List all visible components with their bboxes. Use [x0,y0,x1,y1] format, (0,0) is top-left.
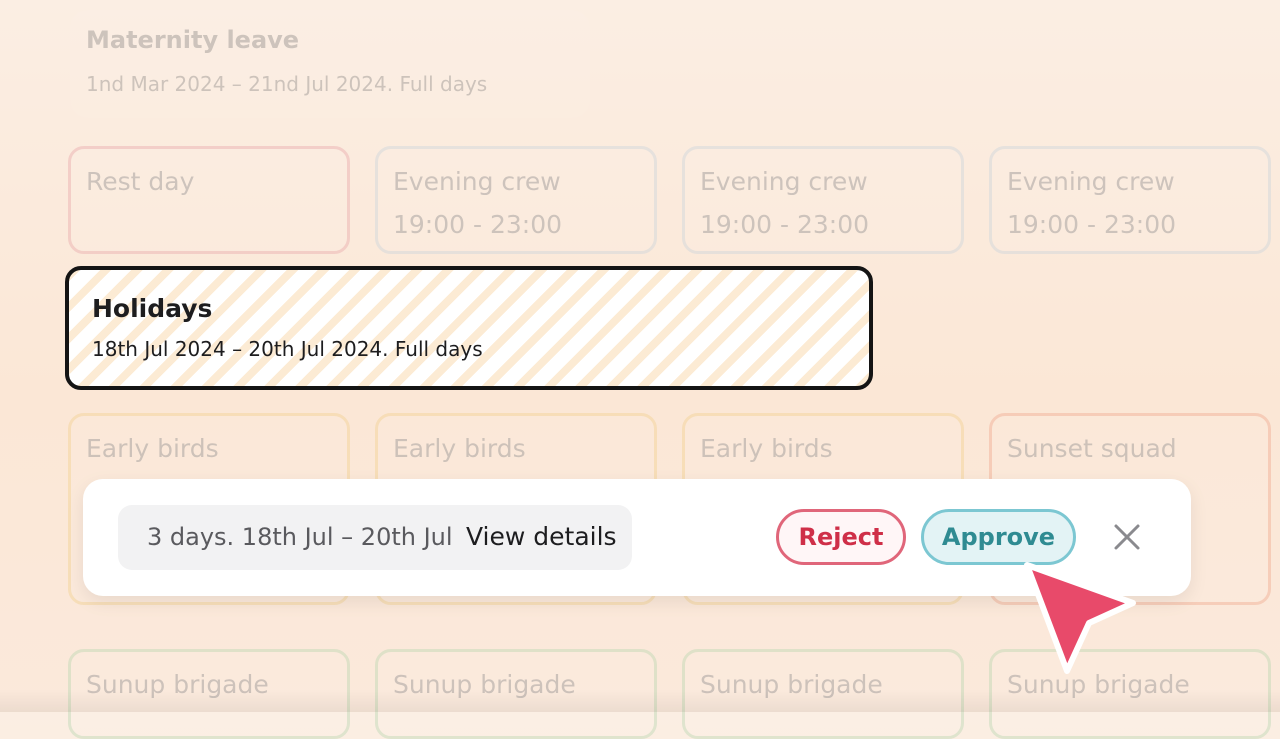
close-icon[interactable] [1111,521,1143,553]
holidays-request-card[interactable]: Holidays 18th Jul 2024 – 20th Jul 2024. … [65,266,873,390]
bottom-shadow [0,690,1280,712]
shift-name: Rest day [86,167,195,196]
shift-card-evening-crew[interactable]: Evening crew 19:00 - 23:00 [682,146,964,254]
shift-name: Evening crew [700,167,868,196]
shift-name: Sunset squad [1007,434,1177,463]
shift-time: 19:00 - 23:00 [393,210,563,239]
shift-name: Early birds [86,434,219,463]
shift-name: Early birds [393,434,526,463]
shift-card-evening-crew[interactable]: Evening crew 19:00 - 23:00 [375,146,657,254]
shift-card-evening-crew[interactable]: Evening crew 19:00 - 23:00 [989,146,1271,254]
reject-button[interactable]: Reject [776,509,906,565]
holidays-title: Holidays [92,294,213,323]
shift-time: 19:00 - 23:00 [700,210,870,239]
shift-card-rest-day[interactable]: Rest day [68,146,350,254]
request-summary-pill: 3 days. 18th Jul – 20th Jul View details [118,505,632,570]
shift-time: 19:00 - 23:00 [1007,210,1177,239]
maternity-leave-title: Maternity leave [86,26,300,54]
request-summary-text: 3 days. 18th Jul – 20th Jul [147,523,453,551]
shift-name: Early birds [700,434,833,463]
holidays-dates: 18th Jul 2024 – 20th Jul 2024. Full days [92,337,483,361]
shift-name: Evening crew [393,167,561,196]
view-details-link[interactable]: View details [466,522,617,551]
pointer-cursor-icon [1024,562,1136,674]
shift-name: Evening crew [1007,167,1175,196]
maternity-leave-dates: 1nd Mar 2024 – 21nd Jul 2024. Full days [86,72,488,96]
